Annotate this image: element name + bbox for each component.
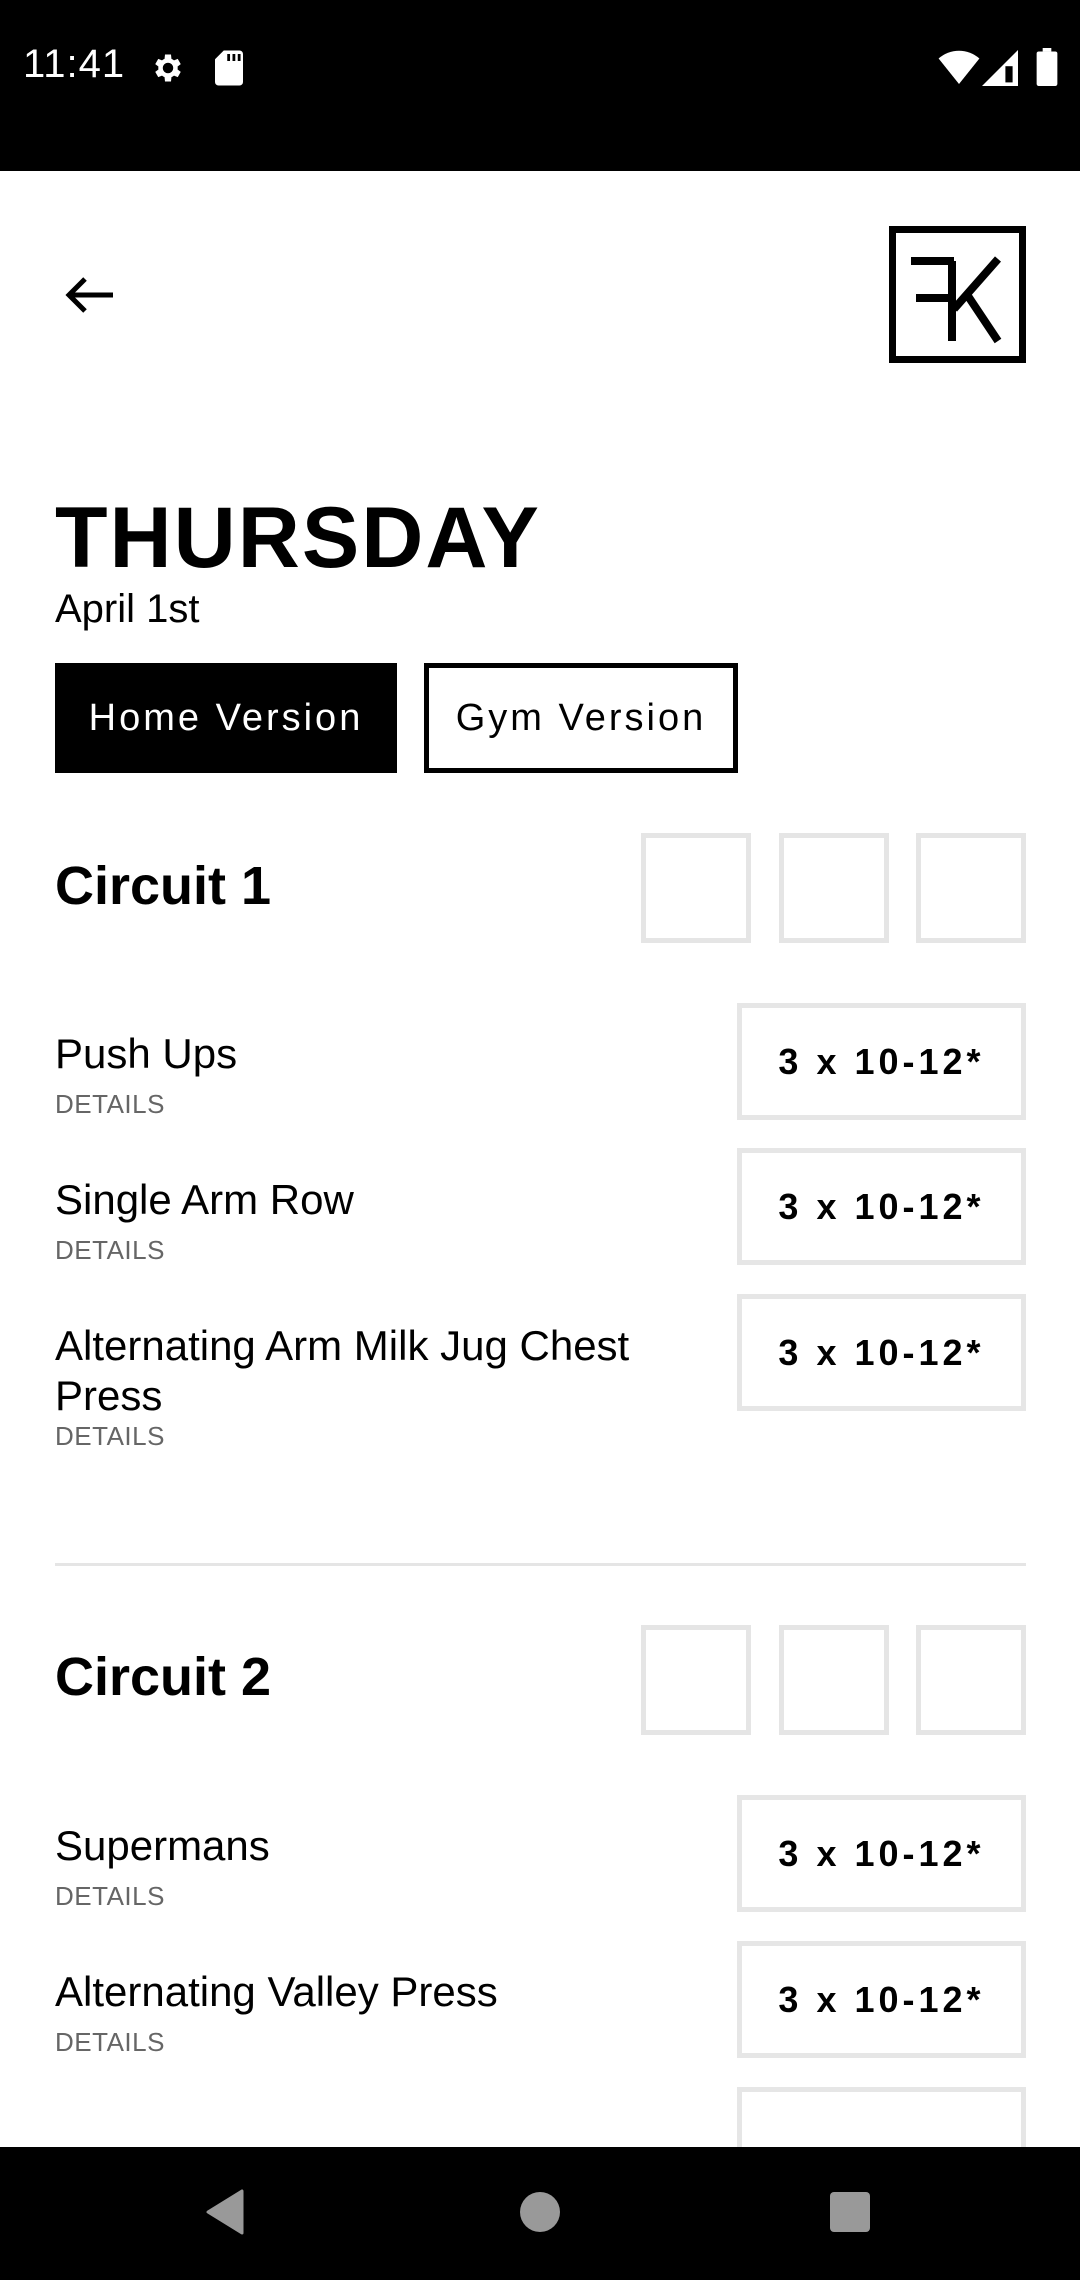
recents-square-icon [830,2192,870,2232]
signal-icon [982,50,1018,86]
arrow-left-icon [65,277,113,313]
exercise-name: Push Ups [55,1030,238,1077]
circuit-1-round-1-checkbox[interactable] [641,833,751,943]
exercise-sets: 3 x 10-12* [737,1003,1026,1120]
exercise-details-link[interactable]: DETAILS [55,1881,165,1912]
exercise-sets: 3 x 10-12* [737,1941,1026,2058]
home-circle-icon [520,2192,560,2232]
nav-recents-button[interactable] [800,2167,900,2257]
sd-card-icon [215,50,243,86]
exercise-name: Single Arm Row [55,1176,354,1223]
exercise-sets: 3 x 10-12* [737,1795,1026,1912]
circuit-1-round-2-checkbox[interactable] [779,833,889,943]
gym-version-button[interactable]: Gym Version [424,663,738,773]
back-button[interactable] [54,265,124,325]
exercise-name: Alternating Arm Milk Jug Chest Press [55,1322,630,1419]
circuit-2-title: Circuit 2 [55,1647,272,1707]
wifi-icon [938,50,980,84]
system-nav-bar [0,2147,1080,2280]
gear-icon [155,54,181,82]
brand-logo [889,226,1026,363]
battery-icon [1036,48,1058,86]
exercise-name: Supermans [55,1822,270,1869]
day-title: THURSDAY [55,490,541,586]
fk-logo-icon [911,256,1002,344]
day-date: April 1st [55,587,200,631]
exercise-details-link[interactable]: DETAILS [55,2027,165,2058]
exercise-details-link[interactable]: DETAILS [55,1421,165,1452]
exercise-name: Alternating Valley Press [55,1968,498,2015]
nav-back-button[interactable] [175,2167,275,2257]
status-bar: 11:41 [0,0,1080,171]
circuit-1-round-3-checkbox[interactable] [916,833,1026,943]
exercise-details-link[interactable]: DETAILS [55,1089,165,1120]
nav-home-button[interactable] [490,2167,590,2257]
circuit-1-title: Circuit 1 [55,856,272,916]
circuit-2-round-3-checkbox[interactable] [916,1625,1026,1735]
status-time: 11:41 [23,42,126,86]
circuit-2-round-2-checkbox[interactable] [779,1625,889,1735]
back-triangle-icon [206,2189,244,2235]
exercise-sets: 3 x 10-12* [737,1294,1026,1411]
exercise-details-link[interactable]: DETAILS [55,1235,165,1266]
circuit-divider [55,1563,1026,1566]
home-version-button[interactable]: Home Version [55,663,397,773]
exercise-sets: 3 x 10-12* [737,1148,1026,1265]
exercise-sets-partial [737,2087,1026,2147]
circuit-2-round-1-checkbox[interactable] [641,1625,751,1735]
